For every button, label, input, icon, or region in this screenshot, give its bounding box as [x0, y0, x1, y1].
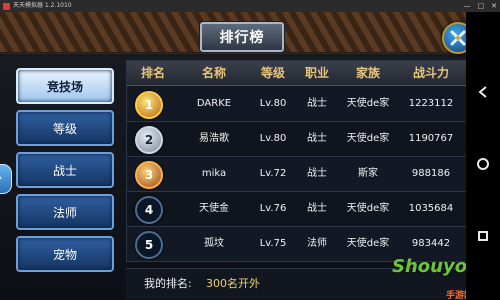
player-job: 法师: [307, 238, 327, 249]
rank-number-badge: 4: [135, 196, 163, 224]
col-name: 名称: [201, 66, 226, 80]
player-name: mika: [201, 168, 227, 179]
tab-level[interactable]: 等级: [16, 110, 114, 146]
player-level: Lv.80: [259, 133, 287, 144]
category-tabs: 竞技场 等级 战士 法师 宠物: [12, 68, 116, 272]
rank-number-badge: 5: [135, 231, 163, 259]
close-panel-button[interactable]: [442, 22, 466, 54]
player-name: 易浩歌: [199, 133, 229, 144]
player-family: 斯家: [358, 168, 378, 179]
back-icon[interactable]: [466, 84, 500, 103]
recent-apps-icon[interactable]: [466, 228, 500, 247]
my-rank-value: 300名开外: [206, 277, 260, 290]
table-row[interactable]: 3 mika Lv.72 战士 斯家 988186: [127, 157, 466, 192]
emulator-logo-icon: [3, 2, 10, 10]
rank-badge: 4: [135, 196, 163, 224]
close-window-button[interactable]: ✕: [491, 0, 497, 12]
watermark-subtitle: 手游网: [446, 291, 466, 300]
window-controls: — □ ✕: [464, 0, 498, 12]
emulator-title: 天天模拟器 1.2.1010: [13, 2, 72, 9]
tab-warrior[interactable]: 战士: [16, 152, 114, 188]
rank-badge: 2: [135, 126, 163, 154]
player-level: Lv.80: [259, 98, 287, 109]
col-rank: 排名: [140, 66, 165, 80]
col-level: 等级: [260, 66, 285, 80]
table-row[interactable]: 2 易浩歌 Lv.80 战士 天使de家 1190767: [127, 122, 466, 157]
table-row[interactable]: 4 天使金 Lv.76 战士 天使de家 1035684: [127, 192, 466, 227]
drawer-handle[interactable]: ›: [0, 164, 12, 194]
table-row[interactable]: 1 DARKE Lv.80 战士 天使de家 1223112: [127, 87, 466, 122]
player-name: DARKE: [196, 98, 232, 109]
player-job: 战士: [307, 133, 327, 144]
player-power: 988186: [411, 168, 451, 179]
ranking-table: 排名 名称 等级 职业 家族 战斗力 1 DARKE Lv.80 战士 天使de…: [126, 60, 466, 262]
rank-badge: 1: [135, 91, 163, 119]
maximize-button[interactable]: □: [478, 0, 485, 12]
silver-medal-icon: 2: [135, 126, 163, 154]
player-level: Lv.76: [259, 203, 287, 214]
player-family: 天使de家: [346, 238, 390, 249]
watermark-logo: Shouyou: [392, 256, 466, 277]
watermark: Shouyou 手游网: [392, 256, 466, 300]
player-name: 天使金: [199, 203, 229, 214]
player-power: 1190767: [408, 133, 454, 144]
player-name: 孤坟: [204, 238, 224, 249]
player-job: 战士: [307, 98, 327, 109]
rank-badge: 3: [135, 161, 163, 189]
player-job: 战士: [307, 203, 327, 214]
player-power: 1223112: [408, 98, 454, 109]
table-header: 排名 名称 等级 职业 家族 战斗力: [127, 61, 466, 86]
gold-medal-icon: 1: [135, 91, 163, 119]
player-family: 天使de家: [346, 133, 390, 144]
player-family: 天使de家: [346, 203, 390, 214]
player-level: Lv.72: [259, 168, 287, 179]
android-navbar: [466, 12, 500, 300]
home-icon[interactable]: [466, 156, 500, 175]
player-family: 天使de家: [346, 98, 390, 109]
col-power: 战斗力: [412, 66, 449, 80]
rank-badge: 5: [135, 231, 163, 259]
minimize-button[interactable]: —: [464, 0, 471, 12]
page-title: 排行榜: [200, 22, 284, 52]
tab-pet[interactable]: 宠物: [16, 236, 114, 272]
col-family: 家族: [355, 66, 380, 80]
tab-arena[interactable]: 竞技场: [16, 68, 114, 104]
my-rank-label: 我的排名:: [144, 277, 192, 290]
player-job: 战士: [307, 168, 327, 179]
close-crossed-swords-icon: [450, 30, 466, 46]
tab-mage[interactable]: 法师: [16, 194, 114, 230]
drawer-handle-icon: ›: [0, 171, 2, 184]
player-power: 1035684: [408, 203, 454, 214]
game-screen: 排行榜 竞技场 等级 战士 法师 宠物 › 排名 名称 等级 职业 家族 战斗力…: [0, 12, 466, 300]
bronze-medal-icon: 3: [135, 161, 163, 189]
col-job: 职业: [304, 66, 329, 80]
player-level: Lv.75: [259, 238, 287, 249]
